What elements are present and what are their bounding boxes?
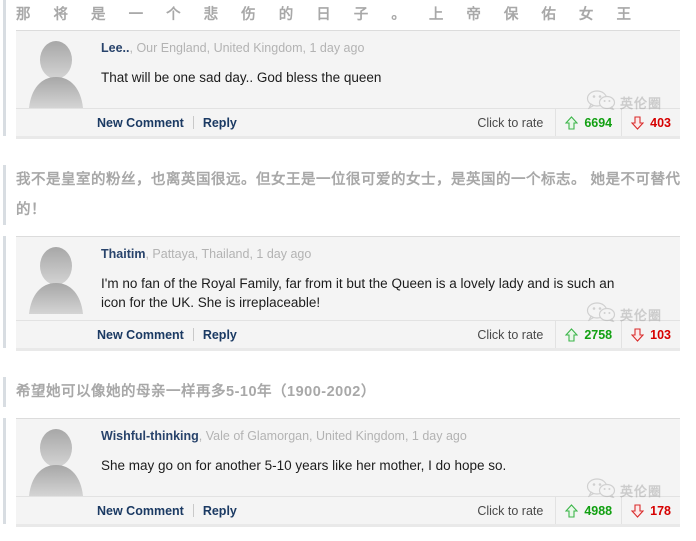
comment-username[interactable]: Lee.. (101, 41, 130, 55)
arrow-down-icon (631, 115, 645, 130)
comments-page: 那 将 是 一 个 悲 伤 的 日 子 。 上 帝 保 佑 女 王 Lee..,… (0, 0, 696, 541)
comment-username[interactable]: Wishful-thinking (101, 429, 199, 443)
user-avatar-placeholder-icon (25, 424, 87, 496)
translation-line-2: 我不是皇室的粉丝，也离英国很远。但女王是一位很可爱的女士，是英国的一个标志。 她… (0, 165, 684, 225)
comment-action-bar: New Comment Reply Click to rate 4988 178 (16, 496, 680, 524)
reply-link[interactable]: Reply (203, 116, 237, 130)
comment-block-3: Wishful-thinking, Vale of Glamorgan, Uni… (0, 418, 696, 524)
new-comment-link[interactable]: New Comment (97, 504, 184, 518)
arrow-down-icon (631, 503, 645, 518)
comment-meta-sep: , (198, 429, 206, 443)
user-avatar-placeholder-icon (25, 36, 87, 108)
new-comment-link[interactable]: New Comment (97, 116, 184, 130)
arrow-down-icon (631, 327, 645, 342)
comment-block-2: Thaitim, Pattaya, Thailand, 1 day ago I'… (0, 236, 696, 348)
comment-location: Pattaya, Thailand (152, 247, 250, 261)
reply-link[interactable]: Reply (203, 504, 237, 518)
arrow-up-icon (565, 327, 579, 342)
comment-username[interactable]: Thaitim (101, 247, 145, 261)
comment-body: Wishful-thinking, Vale of Glamorgan, Uni… (16, 419, 680, 496)
user-avatar-placeholder-icon (25, 242, 87, 314)
comment-location: Our England, United Kingdom (136, 41, 303, 55)
arrow-up-icon (565, 115, 579, 130)
block-gap (0, 139, 696, 165)
comment-timestamp: 1 day ago (309, 41, 365, 55)
downvote-count: 178 (650, 503, 671, 518)
click-to-rate-label: Click to rate (477, 503, 544, 518)
comment-meta: Wishful-thinking, Vale of Glamorgan, Uni… (101, 427, 666, 445)
comment-card: Lee.., Our England, United Kingdom, 1 da… (16, 30, 680, 136)
upvote-count: 4988 (584, 503, 613, 518)
comment-action-bar: New Comment Reply Click to rate 2758 103 (16, 320, 680, 348)
comment-meta: Lee.., Our England, United Kingdom, 1 da… (101, 39, 666, 57)
comment-location: Vale of Glamorgan, United Kingdom (205, 429, 405, 443)
reply-link[interactable]: Reply (203, 328, 237, 342)
click-to-rate-label: Click to rate (477, 115, 544, 130)
comment-card: Wishful-thinking, Vale of Glamorgan, Uni… (16, 418, 680, 524)
downvote-button[interactable]: 178 (621, 496, 680, 524)
comment-body: Thaitim, Pattaya, Thailand, 1 day ago I'… (16, 237, 680, 320)
downvote-count: 103 (650, 327, 671, 342)
link-divider (192, 116, 194, 129)
comment-timestamp: 1 day ago (256, 247, 312, 261)
comment-links: New Comment Reply (97, 116, 237, 130)
comment-card: Thaitim, Pattaya, Thailand, 1 day ago I'… (16, 236, 680, 348)
translation-line-1: 那 将 是 一 个 悲 伤 的 日 子 。 上 帝 保 佑 女 王 (0, 0, 696, 30)
click-to-rate-label: Click to rate (477, 327, 544, 342)
downvote-button[interactable]: 103 (621, 320, 680, 348)
pre-card-gap (0, 407, 696, 418)
comment-content: Lee.., Our England, United Kingdom, 1 da… (87, 31, 680, 108)
pre-card-gap (0, 225, 696, 236)
comment-text: I'm no fan of the Royal Family, far from… (101, 276, 615, 310)
block-gap (0, 351, 696, 377)
comment-meta: Thaitim, Pattaya, Thailand, 1 day ago (101, 245, 666, 263)
comment-links: New Comment Reply (97, 328, 237, 342)
comment-action-bar: New Comment Reply Click to rate 6694 403 (16, 108, 680, 136)
link-divider (192, 504, 194, 517)
translation-line-3: 希望她可以像她的母亲一样再多5-10年（1900-2002） (0, 377, 696, 407)
upvote-count: 2758 (584, 327, 613, 342)
comment-text: That will be one sad day.. God bless the… (101, 70, 382, 85)
comment-timestamp: 1 day ago (411, 429, 467, 443)
new-comment-link[interactable]: New Comment (97, 328, 184, 342)
comment-block-1: Lee.., Our England, United Kingdom, 1 da… (0, 30, 696, 136)
upvote-button[interactable]: 6694 (555, 108, 621, 136)
upvote-button[interactable]: 4988 (555, 496, 621, 524)
comment-body: Lee.., Our England, United Kingdom, 1 da… (16, 31, 680, 108)
comment-content: Thaitim, Pattaya, Thailand, 1 day ago I'… (87, 237, 680, 320)
downvote-count: 403 (650, 115, 671, 130)
link-divider (192, 328, 194, 341)
comment-content: Wishful-thinking, Vale of Glamorgan, Uni… (87, 419, 680, 496)
block-underbar (16, 524, 680, 527)
upvote-button[interactable]: 2758 (555, 320, 621, 348)
downvote-button[interactable]: 403 (621, 108, 680, 136)
upvote-count: 6694 (584, 115, 613, 130)
comment-text: She may go on for another 5-10 years lik… (101, 458, 507, 473)
arrow-up-icon (565, 503, 579, 518)
comment-meta-sep-2: , (404, 429, 412, 443)
comment-links: New Comment Reply (97, 504, 237, 518)
